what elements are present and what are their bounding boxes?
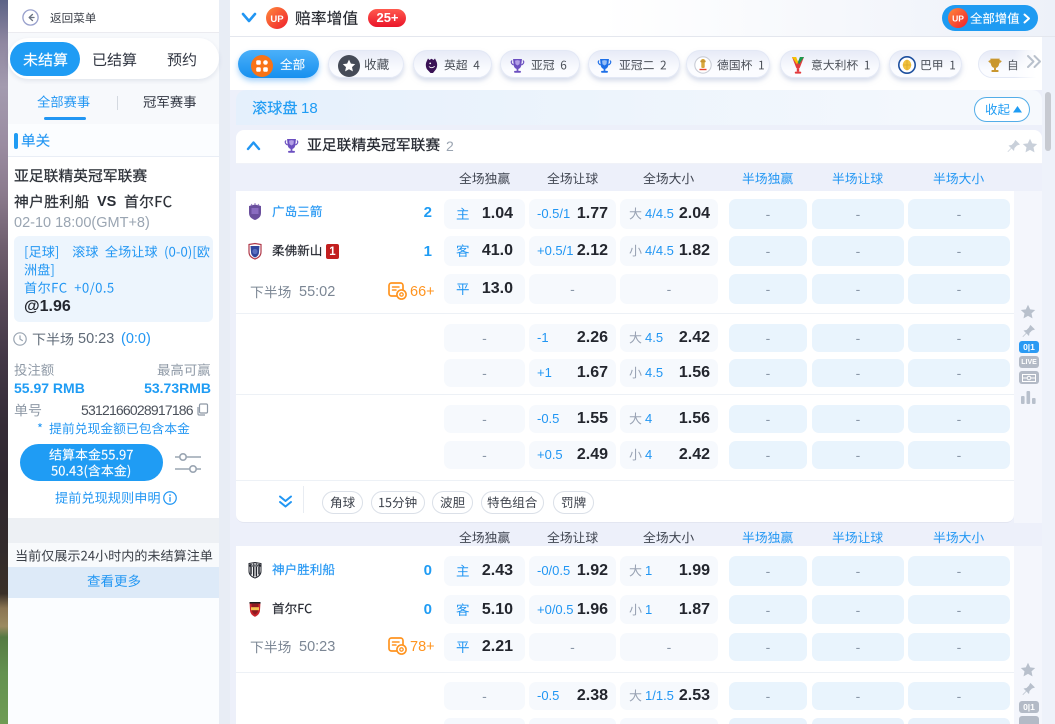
svg-text:UP: UP [270, 14, 284, 25]
svg-text:VISSEL: VISSEL [251, 564, 260, 567]
svg-text:UP: UP [952, 14, 964, 24]
